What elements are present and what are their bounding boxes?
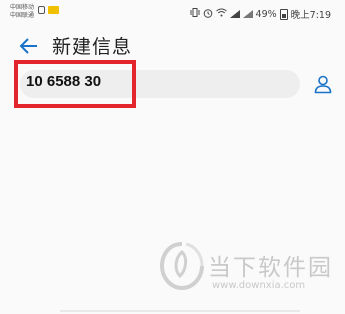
alarm-icon [203, 8, 213, 21]
page-title: 新建信息 [52, 36, 133, 58]
carrier-info: 中国移动 中国联通 [10, 4, 34, 20]
signal-icon [229, 10, 240, 18]
watermark-url: www.downxia.com [212, 280, 306, 291]
contact-icon[interactable] [313, 74, 333, 94]
status-time: 晚上7:19 [290, 10, 331, 21]
watermark-logo-icon [158, 240, 206, 292]
signal-2-icon [242, 10, 253, 18]
carrier-1-label: 中国移动 [10, 4, 35, 11]
notification-icon [38, 6, 45, 14]
watermark-name: 当下软件园 [208, 255, 333, 281]
header: 新建信息 [0, 28, 345, 64]
back-arrow-icon[interactable] [18, 35, 40, 57]
vibrate-icon [190, 8, 200, 20]
screen: 中国移动 中国联通 49% 晚上7:19 新建信息 10 6588 30 当下软… [0, 0, 345, 314]
battery-icon [279, 8, 288, 20]
status-bar: 中国移动 中国联通 49% 晚上7:19 [0, 0, 345, 30]
notification-icons [38, 6, 59, 14]
status-right: 49% 晚上7:19 [190, 7, 331, 21]
battery-percent: 49% [255, 8, 277, 20]
highlight-box [14, 60, 136, 108]
app-notification-icon [48, 6, 59, 14]
watermark: 当下软件园 www.downxia.com [158, 240, 338, 300]
carrier-2-label: 中国联通 [10, 12, 35, 19]
wifi-icon [215, 8, 227, 20]
bottom-divider [60, 310, 300, 312]
